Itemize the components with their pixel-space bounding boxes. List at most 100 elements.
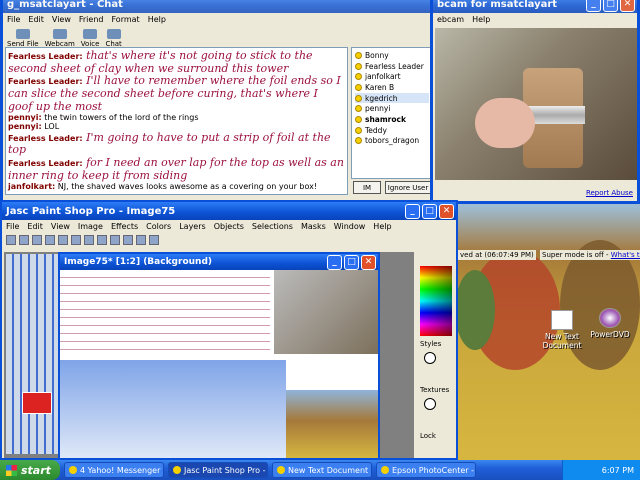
minimize-button[interactable]: _ xyxy=(327,254,342,270)
chat-log[interactable]: Fearless Leader: that's where it's not g… xyxy=(5,47,348,195)
image-canvas[interactable] xyxy=(60,270,378,458)
buddy-item[interactable]: Karen B xyxy=(355,82,429,93)
buddy-item[interactable]: Fearless Leader xyxy=(355,61,429,72)
chat-room-list: Bonny Fearless Leader janfolkart Karen B… xyxy=(351,47,431,179)
copy-icon[interactable] xyxy=(84,235,94,245)
whats-this-link[interactable]: What's this? xyxy=(611,251,640,259)
super-mode-status: Super mode is off - What's this? xyxy=(540,250,640,260)
menu-format[interactable]: Format xyxy=(111,15,139,24)
buddy-item[interactable]: tobors_dragon xyxy=(355,136,429,147)
print-icon[interactable] xyxy=(110,235,120,245)
buddy-item[interactable]: shamrock xyxy=(355,114,429,125)
histogram-icon[interactable] xyxy=(123,235,133,245)
buddy-name: Bonny xyxy=(365,50,389,60)
maximize-button[interactable]: □ xyxy=(603,0,618,12)
nested-desktop-capture xyxy=(286,390,378,458)
new-icon[interactable] xyxy=(6,235,16,245)
menu-help[interactable]: Help xyxy=(472,15,490,24)
styles-swatch[interactable] xyxy=(424,352,436,364)
chat-message: Fearless Leader: I'll have to remember w… xyxy=(8,74,345,113)
window-controls: _ □ ✕ xyxy=(327,254,378,270)
textures-swatch[interactable] xyxy=(424,398,436,410)
desktop-icon-powerdvd[interactable]: PowerDVD xyxy=(582,308,638,339)
menu-window[interactable]: Window xyxy=(334,222,366,231)
webcam-titlebar[interactable]: bcam for msatclayart _ □ ✕ xyxy=(433,0,637,13)
windows-logo-icon xyxy=(6,464,17,476)
tool-palette-icon[interactable] xyxy=(136,235,146,245)
red-accent-thumbnail xyxy=(22,392,52,414)
taskbar-item-psp[interactable]: Jasc Paint Shop Pro - ... xyxy=(168,462,268,478)
maximize-button[interactable]: □ xyxy=(344,254,359,270)
taskbar-item-notepad[interactable]: New Text Document -... xyxy=(272,462,372,478)
menu-edit[interactable]: Edit xyxy=(28,15,44,24)
styles-label: Styles xyxy=(420,340,442,348)
smiley-icon xyxy=(355,94,362,102)
menu-webcam[interactable]: ebcam xyxy=(437,15,464,24)
menu-layers[interactable]: Layers xyxy=(179,222,205,231)
webcam-menubar: ebcam Help xyxy=(433,13,637,26)
help-icon[interactable] xyxy=(149,235,159,245)
desktop-icon-label: New Text Document xyxy=(542,332,582,350)
ignore-user-button[interactable]: Ignore User xyxy=(385,181,431,194)
chat-button[interactable]: Chat xyxy=(105,29,122,48)
im-button[interactable]: IM xyxy=(353,181,381,194)
menu-selections[interactable]: Selections xyxy=(252,222,293,231)
start-button[interactable]: start xyxy=(0,460,60,480)
chat-message: pennyi: the twin towers of the lord of t… xyxy=(8,113,345,122)
nested-psp-capture xyxy=(60,360,286,458)
image-titlebar[interactable]: Image75* [1:2] (Background) _ □ ✕ xyxy=(60,254,378,270)
menu-file[interactable]: File xyxy=(7,15,20,24)
menu-edit[interactable]: Edit xyxy=(27,222,43,231)
buddy-name: pennyi xyxy=(365,104,391,114)
send-file-button[interactable]: Send File xyxy=(7,29,39,48)
maximize-button[interactable]: □ xyxy=(422,203,437,219)
save-icon[interactable] xyxy=(32,235,42,245)
message-text: the twin towers of the lord of the rings xyxy=(44,113,199,123)
undo-icon[interactable] xyxy=(45,235,55,245)
chat-message: Fearless Leader: for I need an over lap … xyxy=(8,156,345,182)
buddy-item[interactable]: kgedrich xyxy=(355,92,429,104)
clock[interactable]: 6:07 PM xyxy=(602,466,634,475)
paste-icon[interactable] xyxy=(97,235,107,245)
buddy-item[interactable]: pennyi xyxy=(355,103,429,114)
messenger-titlebar[interactable]: g_msatclayart - Chat xyxy=(3,0,431,13)
start-label: start xyxy=(21,463,51,477)
report-abuse-link[interactable]: Report Abuse xyxy=(586,189,633,197)
menu-view[interactable]: View xyxy=(51,222,70,231)
powerdvd-icon xyxy=(599,308,621,328)
redo-icon[interactable] xyxy=(58,235,68,245)
psp-titlebar[interactable]: Jasc Paint Shop Pro - Image75 _ □ ✕ xyxy=(2,202,456,220)
psp-icon xyxy=(173,466,181,474)
smiley-icon xyxy=(355,126,362,134)
window-controls: _ □ ✕ xyxy=(405,203,456,219)
menu-help[interactable]: Help xyxy=(373,222,391,231)
buddy-item[interactable]: Teddy xyxy=(355,125,429,136)
cut-icon[interactable] xyxy=(71,235,81,245)
buddy-item[interactable]: Bonny xyxy=(355,50,429,61)
message-author: Fearless Leader: xyxy=(8,158,83,168)
menu-effects[interactable]: Effects xyxy=(111,222,138,231)
nested-chat-capture xyxy=(60,270,270,354)
messenger-toolbar: Send File Webcam Voice Chat xyxy=(3,26,431,48)
close-button[interactable]: ✕ xyxy=(439,203,454,219)
taskbar-item-messenger[interactable]: 4 Yahoo! Messenger xyxy=(64,462,164,478)
open-icon[interactable] xyxy=(19,235,29,245)
textures-label: Textures xyxy=(420,386,450,394)
menu-image[interactable]: Image xyxy=(78,222,103,231)
voice-button[interactable]: Voice xyxy=(81,29,99,48)
menu-view[interactable]: View xyxy=(52,15,71,24)
minimize-button[interactable]: _ xyxy=(405,203,420,219)
smiley-icon xyxy=(355,115,362,123)
close-button[interactable]: ✕ xyxy=(620,0,635,12)
minimize-button[interactable]: _ xyxy=(586,0,601,12)
webcam-button[interactable]: Webcam xyxy=(45,29,75,48)
menu-objects[interactable]: Objects xyxy=(214,222,244,231)
menu-colors[interactable]: Colors xyxy=(146,222,171,231)
close-button[interactable]: ✕ xyxy=(361,254,376,270)
menu-file[interactable]: File xyxy=(6,222,19,231)
menu-friend[interactable]: Friend xyxy=(79,15,104,24)
menu-help[interactable]: Help xyxy=(148,15,166,24)
menu-masks[interactable]: Masks xyxy=(301,222,326,231)
buddy-item[interactable]: janfolkart xyxy=(355,71,429,82)
taskbar-item-epson[interactable]: Epson PhotoCenter - ... xyxy=(376,462,476,478)
